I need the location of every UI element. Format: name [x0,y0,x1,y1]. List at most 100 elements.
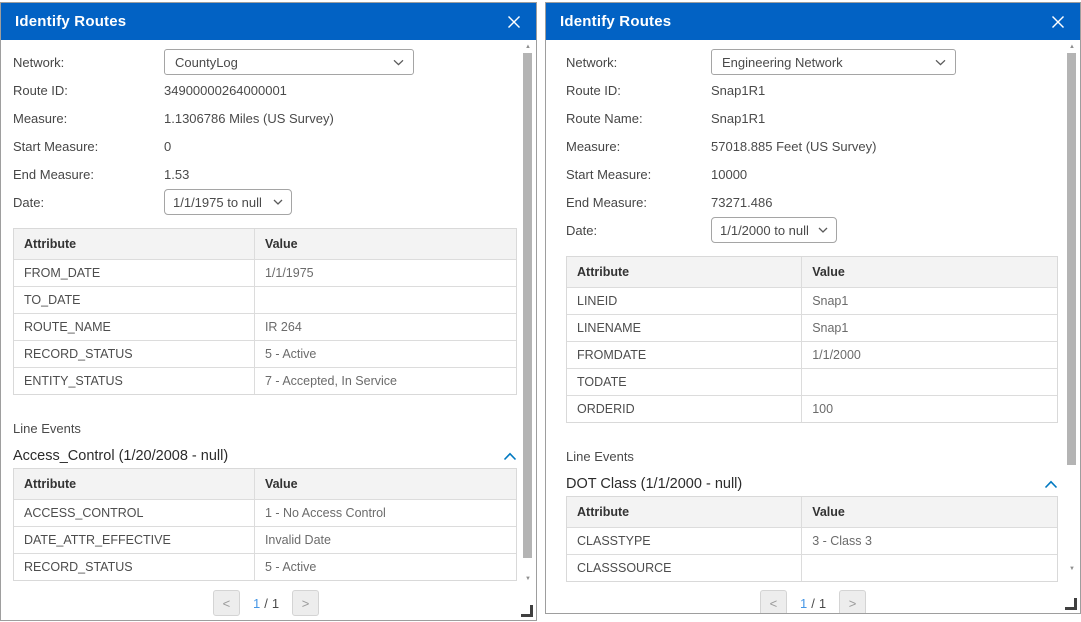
field-row-route-name: Route Name: Snap1R1 [566,104,1060,132]
field-row-network: Network: CountyLog [13,48,519,76]
value-column-header: Value [255,469,516,499]
network-label: Network: [566,55,711,70]
value-cell: Snap1 [802,288,1057,314]
scroll-up-arrow-icon[interactable]: ▲ [1067,43,1077,51]
attribute-column-header: Attribute [14,229,255,259]
page-indicator: 1 / 1 [253,596,279,611]
network-select[interactable]: CountyLog [164,49,414,75]
network-select-value: Engineering Network [722,55,843,70]
attribute-cell: ACCESS_CONTROL [14,500,255,526]
panel-title: Identify Routes [15,13,126,30]
attribute-cell: LINEID [567,288,802,314]
value-cell: 1/1/1975 [255,260,516,286]
measure-label: Measure: [566,139,711,154]
total-pages: 1 [272,596,279,611]
date-select[interactable]: 1/1/1975 to null [164,189,292,215]
panel-header: Identify Routes [546,3,1080,40]
chevron-up-icon [1044,480,1058,489]
end-measure-label: End Measure: [13,167,164,182]
line-events-label: Line Events [566,448,1060,465]
scroll-up-arrow-icon[interactable]: ▲ [523,43,533,51]
network-label: Network: [13,55,164,70]
value-column-header: Value [802,257,1057,287]
measure-value: 57018.885 Feet (US Survey) [711,139,876,154]
table-row: LINEID Snap1 [567,287,1057,314]
identify-routes-panel-right: Identify Routes Network: Engineering Net… [545,2,1081,614]
attribute-cell: LINENAME [567,315,802,341]
attribute-cell: ORDERID [567,396,802,422]
next-page-button[interactable]: > [839,590,866,613]
date-select-value: 1/1/1975 to null [173,195,262,210]
chevron-up-icon [503,452,517,461]
resize-handle[interactable] [521,605,533,617]
value-column-header: Value [255,229,516,259]
table-row: LINENAME Snap1 [567,314,1057,341]
network-select-value: CountyLog [175,55,238,70]
identify-routes-panel-left: Identify Routes Network: CountyLog Route… [0,2,537,621]
total-pages: 1 [819,596,826,611]
value-cell [255,287,516,313]
close-button[interactable] [505,13,523,31]
attribute-column-header: Attribute [14,469,255,499]
resize-handle[interactable] [1065,598,1077,610]
prev-page-button[interactable]: < [213,590,240,616]
date-label: Date: [13,195,164,210]
date-select[interactable]: 1/1/2000 to null [711,217,837,243]
start-measure-label: Start Measure: [566,167,711,182]
line-events-label: Line Events [13,420,519,437]
next-page-button[interactable]: > [292,590,319,616]
route-id-value: Snap1R1 [711,83,765,98]
value-cell: 1/1/2000 [802,342,1057,368]
value-cell: IR 264 [255,314,516,340]
collapse-section-button[interactable] [503,452,519,461]
line-event-section-title: DOT Class (1/1/2000 - null) [566,476,742,492]
chevron-down-icon [273,199,283,205]
scroll-down-arrow-icon[interactable]: ▼ [1067,565,1077,573]
value-cell: 5 - Active [255,341,516,367]
table-row: ACCESS_CONTROL 1 - No Access Control [14,499,516,526]
value-cell: 7 - Accepted, In Service [255,368,516,394]
attribute-cell: TODATE [567,369,802,395]
network-select[interactable]: Engineering Network [711,49,956,75]
field-row-start-measure: Start Measure: 10000 [566,160,1060,188]
panel-body: Network: CountyLog Route ID: 34900000264… [1,40,536,620]
pagination: < 1 / 1 > [566,590,1060,613]
route-name-value: Snap1R1 [711,111,765,126]
table-row: CLASSTYPE 3 - Class 3 [567,527,1057,554]
route-id-label: Route ID: [13,83,164,98]
value-cell [802,555,1057,581]
value-cell: Invalid Date [255,527,516,553]
table-row: FROM_DATE 1/1/1975 [14,259,516,286]
attribute-cell: RECORD_STATUS [14,341,255,367]
chevron-down-icon [818,227,828,233]
page-separator: / [264,596,268,611]
attribute-cell: DATE_ATTR_EFFECTIVE [14,527,255,553]
end-measure-label: End Measure: [566,195,711,210]
table-header-row: Attribute Value [567,257,1057,287]
page-separator: / [811,596,815,611]
table-row: DATE_ATTR_EFFECTIVE Invalid Date [14,526,516,553]
table-header-row: Attribute Value [567,497,1057,527]
line-event-section-header: Access_Control (1/20/2008 - null) [13,446,519,466]
close-button[interactable] [1049,13,1067,31]
scrollbar-thumb[interactable] [1067,53,1076,465]
collapse-section-button[interactable] [1044,480,1060,489]
value-column-header: Value [802,497,1057,527]
date-label: Date: [566,223,711,238]
line-event-attribute-table: Attribute Value CLASSTYPE 3 - Class 3 CL… [566,496,1058,582]
table-row: ORDERID 100 [567,395,1057,422]
field-row-measure: Measure: 1.1306786 Miles (US Survey) [13,104,519,132]
table-row: ROUTE_NAME IR 264 [14,313,516,340]
attribute-cell: TO_DATE [14,287,255,313]
value-cell: 1 - No Access Control [255,500,516,526]
panel-header: Identify Routes [1,3,536,40]
measure-label: Measure: [13,111,164,126]
scrollbar-thumb[interactable] [523,53,532,558]
prev-page-button[interactable]: < [760,590,787,613]
line-event-attribute-table: Attribute Value ACCESS_CONTROL 1 - No Ac… [13,468,517,581]
attribute-cell: CLASSTYPE [567,528,802,554]
value-cell: Snap1 [802,315,1057,341]
scroll-down-arrow-icon[interactable]: ▼ [523,575,533,583]
end-measure-value: 73271.486 [711,195,772,210]
attribute-cell: FROM_DATE [14,260,255,286]
